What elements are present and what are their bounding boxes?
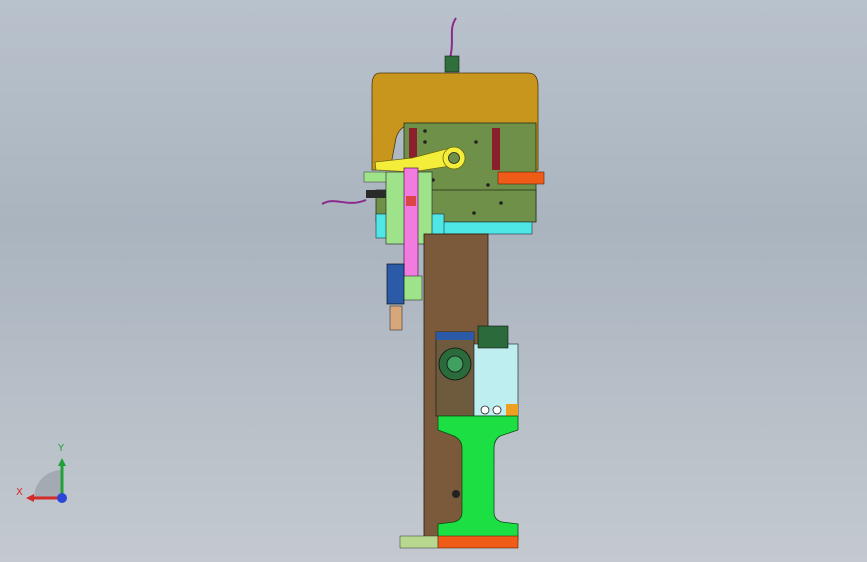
orange-stop — [497, 171, 545, 185]
top-connector — [444, 55, 460, 73]
base-screw — [452, 490, 460, 498]
screw-hole — [474, 140, 478, 144]
cylinder-port-orange — [506, 404, 518, 416]
graphics-viewport[interactable]: Y X — [0, 0, 867, 562]
cylinder-port — [492, 405, 502, 415]
side-cable — [321, 199, 367, 205]
pink-slide — [403, 167, 419, 281]
screw-hole — [472, 211, 476, 215]
valve-port — [446, 355, 464, 373]
triad-plane — [34, 470, 62, 498]
slide-foot — [401, 275, 423, 301]
screw-hole — [423, 129, 427, 133]
valve-cap — [436, 332, 474, 340]
y-axis-arrow — [58, 458, 66, 466]
cylinder-fitting — [477, 325, 509, 349]
y-axis-label: Y — [58, 443, 65, 454]
x-axis-label: X — [16, 487, 23, 498]
sensor-tip — [389, 305, 403, 331]
foot-orange — [437, 535, 519, 549]
top-cable — [449, 17, 457, 59]
slot-right — [492, 128, 500, 170]
cyan-rail — [439, 221, 533, 235]
cable-gland — [366, 190, 386, 198]
blue-sensor — [386, 263, 405, 305]
screw-hole — [499, 201, 503, 205]
screw-hole — [486, 183, 490, 187]
x-axis-arrow — [26, 494, 34, 502]
z-axis-dot — [57, 493, 67, 503]
slide-marker — [406, 196, 416, 206]
orientation-triad[interactable] — [10, 440, 80, 510]
cylinder-port — [480, 405, 490, 415]
pivot-bore — [448, 152, 460, 164]
foot-left — [399, 535, 439, 549]
cad-model[interactable] — [0, 0, 867, 562]
screw-hole — [423, 140, 427, 144]
